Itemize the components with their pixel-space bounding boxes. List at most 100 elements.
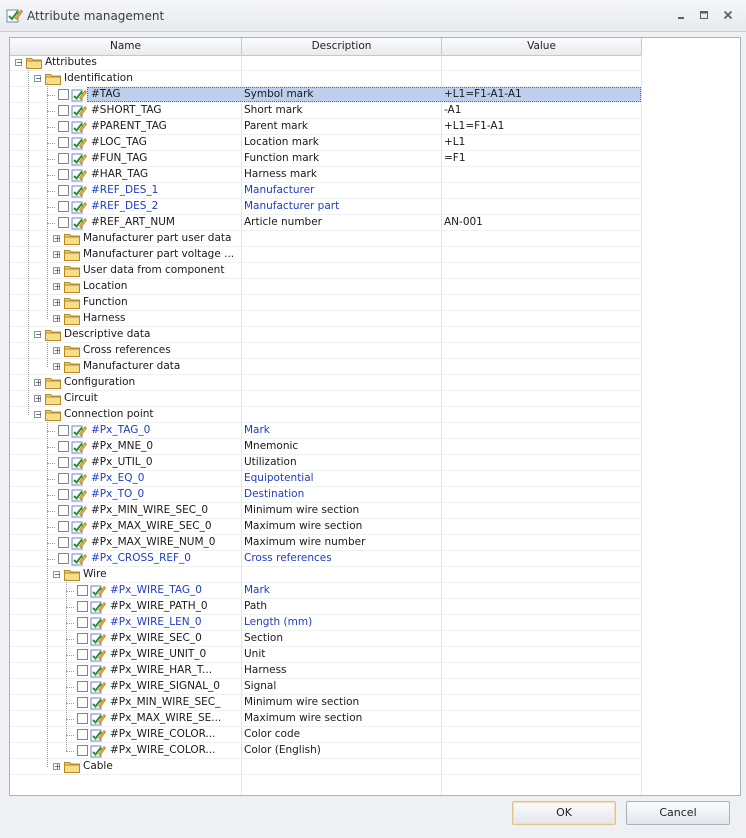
attribute-checkbox[interactable]: [58, 553, 69, 564]
tree-attribute-ref-art-num[interactable]: #REF_ART_NUM Article number AN-001: [10, 215, 642, 231]
attribute-checkbox[interactable]: [58, 121, 69, 132]
attribute-value[interactable]: [444, 247, 640, 263]
attribute-checkbox[interactable]: [58, 217, 69, 228]
close-icon[interactable]: [719, 6, 737, 24]
tree-folder-attributes[interactable]: − Attributes: [10, 55, 642, 71]
column-header-name[interactable]: Name: [10, 38, 242, 55]
tree-attribute-parent-tag[interactable]: #PARENT_TAG Parent mark +L1=F1-A1: [10, 119, 642, 135]
attribute-value[interactable]: [444, 599, 640, 615]
tree-attribute-px-wire-color-code[interactable]: #Px_WIRE_COLOR... Color code: [10, 727, 642, 743]
tree-folder-circuit[interactable]: + Circuit: [10, 391, 642, 407]
tree-attribute-px-wire-path-0[interactable]: #Px_WIRE_PATH_0 Path: [10, 599, 642, 615]
attribute-checkbox[interactable]: [58, 521, 69, 532]
tree-folder-descriptive-data[interactable]: − Descriptive data: [10, 327, 642, 343]
attribute-value[interactable]: [444, 231, 640, 247]
expand-icon[interactable]: +: [53, 267, 61, 275]
expand-icon[interactable]: +: [53, 251, 61, 259]
attribute-checkbox[interactable]: [58, 105, 69, 116]
tree-attribute-px-eq-0[interactable]: #Px_EQ_0 Equipotential: [10, 471, 642, 487]
tree-attribute-px-wire-har[interactable]: #Px_WIRE_HAR_T... Harness: [10, 663, 642, 679]
attribute-checkbox[interactable]: [58, 489, 69, 500]
attribute-checkbox[interactable]: [58, 201, 69, 212]
tree-attribute-px-wire-color-en[interactable]: #Px_WIRE_COLOR... Color (English): [10, 743, 642, 759]
attribute-checkbox[interactable]: [58, 89, 69, 100]
attribute-value[interactable]: [444, 439, 640, 455]
tree-folder-user-data-component[interactable]: + User data from component: [10, 263, 642, 279]
attribute-value[interactable]: [444, 583, 640, 599]
attribute-value[interactable]: [444, 503, 640, 519]
tree-attribute-px-tag-0[interactable]: #Px_TAG_0 Mark: [10, 423, 642, 439]
expand-icon[interactable]: +: [53, 363, 61, 371]
attribute-checkbox[interactable]: [77, 745, 88, 756]
expand-icon[interactable]: +: [53, 235, 61, 243]
attribute-value[interactable]: [444, 567, 640, 583]
attribute-value[interactable]: [444, 199, 640, 215]
tree-attribute-px-wire-sec-0[interactable]: #Px_WIRE_SEC_0 Section: [10, 631, 642, 647]
attribute-checkbox[interactable]: [77, 681, 88, 692]
attribute-value[interactable]: =F1: [444, 151, 640, 167]
attribute-checkbox[interactable]: [58, 473, 69, 484]
collapse-icon[interactable]: −: [15, 59, 23, 67]
attribute-value[interactable]: [444, 663, 640, 679]
attribute-checkbox[interactable]: [77, 729, 88, 740]
attribute-value[interactable]: [444, 679, 640, 695]
attribute-value[interactable]: [444, 631, 640, 647]
attribute-value[interactable]: [444, 375, 640, 391]
expand-icon[interactable]: +: [53, 315, 61, 323]
collapse-icon[interactable]: −: [34, 331, 42, 339]
attribute-checkbox[interactable]: [58, 441, 69, 452]
attribute-value[interactable]: [444, 391, 640, 407]
tree-attribute-px-max-wire-sec-w[interactable]: #Px_MAX_WIRE_SE... Maximum wire section: [10, 711, 642, 727]
tree-attribute-px-wire-unit-0[interactable]: #Px_WIRE_UNIT_0 Unit: [10, 647, 642, 663]
attribute-value[interactable]: [444, 55, 640, 71]
tree-folder-configuration[interactable]: + Configuration: [10, 375, 642, 391]
tree-attribute-px-wire-signal-0[interactable]: #Px_WIRE_SIGNAL_0 Signal: [10, 679, 642, 695]
tree-folder-connection-point[interactable]: − Connection point: [10, 407, 642, 423]
attribute-value[interactable]: [444, 359, 640, 375]
column-header-description[interactable]: Description: [242, 38, 442, 55]
attribute-value[interactable]: [444, 263, 640, 279]
tree-attribute-ref-des-2[interactable]: #REF_DES_2 Manufacturer part: [10, 199, 642, 215]
attribute-value[interactable]: [444, 407, 640, 423]
attribute-value[interactable]: [444, 455, 640, 471]
attribute-value[interactable]: [444, 743, 640, 759]
attribute-value[interactable]: +L1: [444, 135, 640, 151]
expand-icon[interactable]: +: [53, 763, 61, 771]
attribute-value[interactable]: [444, 647, 640, 663]
expand-icon[interactable]: +: [34, 395, 42, 403]
tree-attribute-har-tag[interactable]: #HAR_TAG Harness mark: [10, 167, 642, 183]
tree-folder-harness[interactable]: + Harness: [10, 311, 642, 327]
expand-icon[interactable]: +: [53, 299, 61, 307]
tree-attribute-px-min-wire-sec-w[interactable]: #Px_MIN_WIRE_SEC_ Minimum wire section: [10, 695, 642, 711]
tree-attribute-loc-tag[interactable]: #LOC_TAG Location mark +L1: [10, 135, 642, 151]
attribute-checkbox[interactable]: [77, 633, 88, 644]
attribute-checkbox[interactable]: [58, 425, 69, 436]
tree-attribute-px-to-0[interactable]: #Px_TO_0 Destination: [10, 487, 642, 503]
tree-folder-cross-references[interactable]: + Cross references: [10, 343, 642, 359]
minimize-icon[interactable]: [672, 6, 690, 24]
maximize-icon[interactable]: [695, 6, 713, 24]
attribute-value[interactable]: [444, 71, 640, 87]
tree-attribute-px-mne-0[interactable]: #Px_MNE_0 Mnemonic: [10, 439, 642, 455]
tree-folder-cable[interactable]: + Cable: [10, 759, 642, 775]
attribute-checkbox[interactable]: [77, 649, 88, 660]
attribute-value[interactable]: [444, 615, 640, 631]
attribute-value[interactable]: [444, 423, 640, 439]
attribute-value[interactable]: [444, 519, 640, 535]
attribute-value[interactable]: -A1: [444, 103, 640, 119]
attribute-tree-grid[interactable]: Name Description Value − Attributes − Ident…: [9, 37, 741, 796]
tree-attribute-ref-des-1[interactable]: #REF_DES_1 Manufacturer: [10, 183, 642, 199]
tree-attribute-px-util-0[interactable]: #Px_UTIL_0 Utilization: [10, 455, 642, 471]
tree-folder-function[interactable]: + Function: [10, 295, 642, 311]
tree-folder-manufacturer-data[interactable]: + Manufacturer data: [10, 359, 642, 375]
attribute-value[interactable]: [444, 167, 640, 183]
tree-attribute-px-max-wire-num-0[interactable]: #Px_MAX_WIRE_NUM_0 Maximum wire number: [10, 535, 642, 551]
attribute-checkbox[interactable]: [77, 665, 88, 676]
attribute-value[interactable]: [444, 279, 640, 295]
attribute-checkbox[interactable]: [58, 169, 69, 180]
attribute-value[interactable]: [444, 695, 640, 711]
attribute-checkbox[interactable]: [58, 185, 69, 196]
attribute-value[interactable]: [444, 535, 640, 551]
tree-attribute-fun-tag[interactable]: #FUN_TAG Function mark =F1: [10, 151, 642, 167]
expand-icon[interactable]: +: [53, 347, 61, 355]
